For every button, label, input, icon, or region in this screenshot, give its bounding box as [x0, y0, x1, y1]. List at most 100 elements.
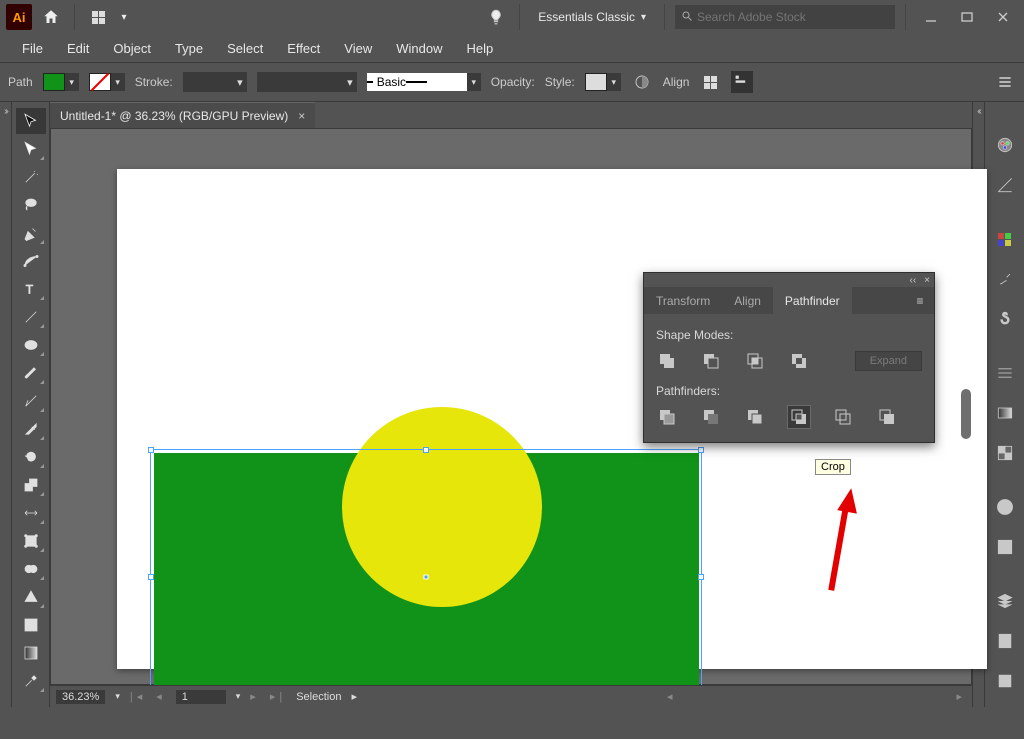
window-maximize-button[interactable] [952, 7, 982, 27]
resize-handle[interactable] [698, 574, 704, 580]
zoom-dropdown-icon[interactable]: ▾ [115, 691, 120, 702]
tab-align[interactable]: Align [722, 287, 773, 314]
status-popup-icon[interactable]: ▸ [351, 690, 357, 703]
home-icon[interactable] [38, 4, 64, 30]
shape-builder-tool[interactable] [16, 556, 46, 582]
free-transform-tool[interactable] [16, 528, 46, 554]
menu-type[interactable]: Type [163, 34, 215, 62]
document-tab[interactable]: Untitled-1* @ 36.23% (RGB/GPU Preview) × [50, 102, 315, 128]
ellipse-tool[interactable] [16, 332, 46, 358]
gradient-panel-icon[interactable] [992, 400, 1018, 426]
exclude-button[interactable] [788, 350, 810, 372]
close-icon[interactable]: × [298, 109, 305, 123]
resize-handle[interactable] [423, 447, 429, 453]
scroll-right-button[interactable]: ▸ [956, 690, 966, 703]
resize-handle[interactable] [698, 447, 704, 453]
panel-collapse-icon[interactable]: ‹‹ [909, 275, 916, 286]
intersect-button[interactable] [744, 350, 766, 372]
arrange-windows-dropdown-icon[interactable]: ▾ [117, 4, 131, 30]
panel-menu-icon[interactable]: ≡ [906, 287, 934, 314]
stroke-swatch[interactable] [89, 73, 111, 91]
selection-bounding-box[interactable] [150, 449, 702, 704]
unite-button[interactable] [656, 350, 678, 372]
resize-handle[interactable] [148, 574, 154, 580]
scroll-left-button[interactable]: ◂ [667, 690, 677, 703]
layers-panel-icon[interactable] [992, 588, 1018, 614]
stroke-weight-input[interactable]: ▾ [183, 72, 247, 92]
merge-button[interactable] [744, 406, 766, 428]
curvature-tool[interactable] [16, 248, 46, 274]
scrollbar-thumb[interactable] [961, 389, 971, 439]
prev-artboard-button[interactable]: ◂ [156, 690, 166, 703]
artboard-dropdown-icon[interactable]: ▾ [236, 691, 241, 702]
style-swatch[interactable] [585, 73, 607, 91]
tab-transform[interactable]: Transform [644, 287, 722, 314]
crop-button[interactable] [788, 406, 810, 428]
transform-panel-icon[interactable] [731, 71, 753, 93]
hint-bulb-icon[interactable] [483, 4, 509, 30]
workspace-switcher[interactable]: Essentials Classic ▾ [530, 5, 654, 29]
menu-effect[interactable]: Effect [275, 34, 332, 62]
stock-search-input[interactable] [697, 10, 889, 24]
style-dropdown[interactable]: ▾ [607, 73, 621, 91]
fill-swatch[interactable] [43, 73, 65, 91]
menu-file[interactable]: File [10, 34, 55, 62]
paintbrush-tool[interactable] [16, 360, 46, 386]
menu-edit[interactable]: Edit [55, 34, 101, 62]
mesh-tool[interactable] [16, 612, 46, 638]
recolor-icon[interactable] [631, 71, 653, 93]
asset-export-panel-icon[interactable] [992, 628, 1018, 654]
selection-tool[interactable] [16, 108, 46, 134]
profile-dropdown[interactable]: ▾ [257, 72, 357, 92]
menu-object[interactable]: Object [101, 34, 163, 62]
divide-button[interactable] [656, 406, 678, 428]
pathfinder-panel[interactable]: ‹‹ × Transform Align Pathfinder ≡ Shape … [643, 272, 935, 443]
align-panel-icon[interactable] [699, 71, 721, 93]
brush-definition[interactable]: Basic [367, 73, 467, 91]
magic-wand-tool[interactable] [16, 164, 46, 190]
stroke-dropdown[interactable]: ▾ [111, 73, 125, 91]
transparency-panel-icon[interactable] [992, 440, 1018, 466]
swatches-panel-icon[interactable] [992, 226, 1018, 252]
menu-view[interactable]: View [332, 34, 384, 62]
left-dock-toggle[interactable]: ›› [0, 102, 12, 707]
artboard-number[interactable]: 1 [176, 690, 226, 704]
panel-close-icon[interactable]: × [924, 275, 930, 286]
stock-search[interactable] [675, 5, 895, 29]
window-close-button[interactable] [988, 7, 1018, 27]
trim-button[interactable] [700, 406, 722, 428]
menu-help[interactable]: Help [454, 34, 505, 62]
last-artboard-button[interactable]: ▸| [270, 690, 286, 703]
symbols-panel-icon[interactable] [992, 306, 1018, 332]
zoom-level[interactable]: 36.23% [56, 690, 105, 704]
width-tool[interactable] [16, 500, 46, 526]
pen-tool[interactable] [16, 220, 46, 246]
window-minimize-button[interactable] [916, 7, 946, 27]
appearance-panel-icon[interactable] [992, 494, 1018, 520]
eraser-tool[interactable] [16, 416, 46, 442]
lasso-tool[interactable] [16, 192, 46, 218]
brushes-panel-icon[interactable] [992, 266, 1018, 292]
more-options-icon[interactable] [994, 71, 1016, 93]
artboards-panel-icon[interactable] [992, 668, 1018, 694]
minus-back-button[interactable] [876, 406, 898, 428]
outline-button[interactable] [832, 406, 854, 428]
arrange-windows-icon[interactable] [85, 4, 111, 30]
perspective-tool[interactable] [16, 584, 46, 610]
graphic-styles-panel-icon[interactable] [992, 534, 1018, 560]
direct-selection-tool[interactable] [16, 136, 46, 162]
fill-dropdown[interactable]: ▾ [65, 73, 79, 91]
brush-dropdown[interactable]: ▾ [467, 73, 481, 91]
color-guide-panel-icon[interactable] [992, 172, 1018, 198]
line-tool[interactable] [16, 304, 46, 330]
rotate-tool[interactable] [16, 444, 46, 470]
menu-window[interactable]: Window [384, 34, 454, 62]
first-artboard-button[interactable]: |◂ [130, 690, 146, 703]
menu-select[interactable]: Select [215, 34, 275, 62]
next-artboard-button[interactable]: ▸ [250, 690, 260, 703]
color-panel-icon[interactable] [992, 132, 1018, 158]
resize-handle[interactable] [148, 447, 154, 453]
stroke-panel-icon[interactable] [992, 360, 1018, 386]
type-tool[interactable]: T [16, 276, 46, 302]
minus-front-button[interactable] [700, 350, 722, 372]
